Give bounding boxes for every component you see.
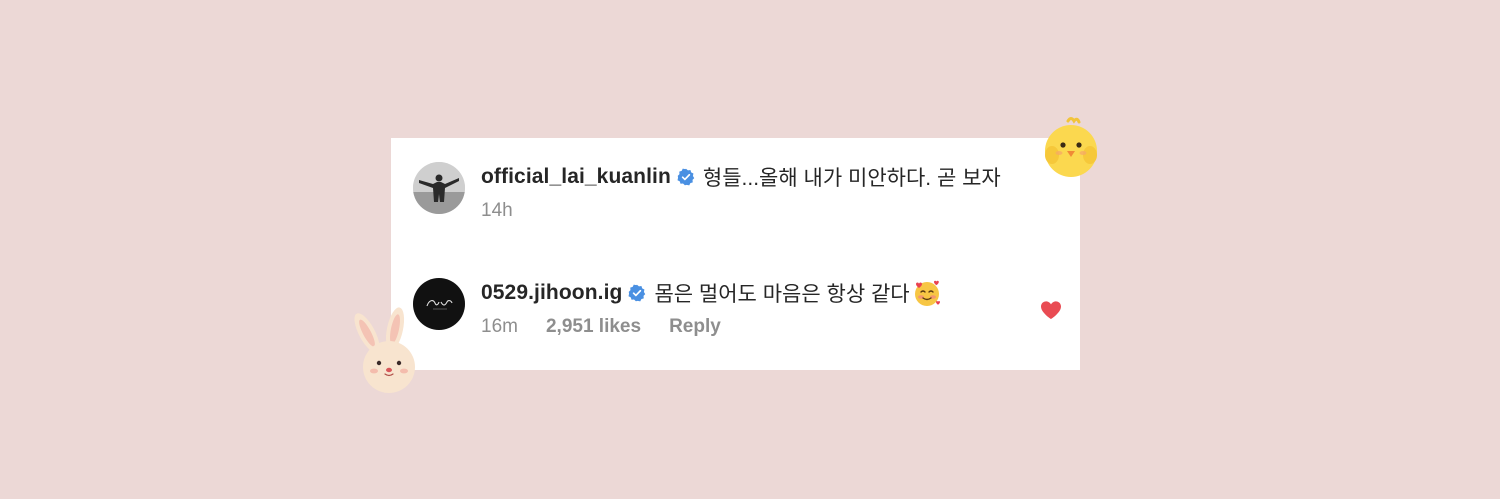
bunny-sticker (345, 305, 425, 400)
comment-time: 14h (481, 200, 513, 221)
heart-icon[interactable] (1040, 300, 1062, 320)
comment-text: 몸은 멀어도 마음은 항상 같다 (654, 283, 910, 306)
comment-time: 16m (481, 316, 518, 337)
avatar-photo (413, 162, 465, 214)
comment-text: 형들...올해 내가 미안하다. 곧 보자 (702, 167, 1001, 190)
smiling-face-with-hearts-icon (912, 278, 942, 308)
reply-button[interactable]: Reply (669, 316, 721, 338)
avatar[interactable] (413, 162, 465, 214)
comments-card: official_lai_kuanlin 형들...올해 내가 미안하다. 곧 … (391, 138, 1080, 370)
verified-badge-icon (628, 284, 646, 302)
verified-badge-icon (677, 168, 695, 186)
username[interactable]: 0529.jihoon.ig (481, 281, 622, 305)
likes-count[interactable]: 2,951 likes (546, 316, 641, 338)
chick-sticker (1040, 115, 1102, 181)
username[interactable]: official_lai_kuanlin (481, 165, 671, 189)
